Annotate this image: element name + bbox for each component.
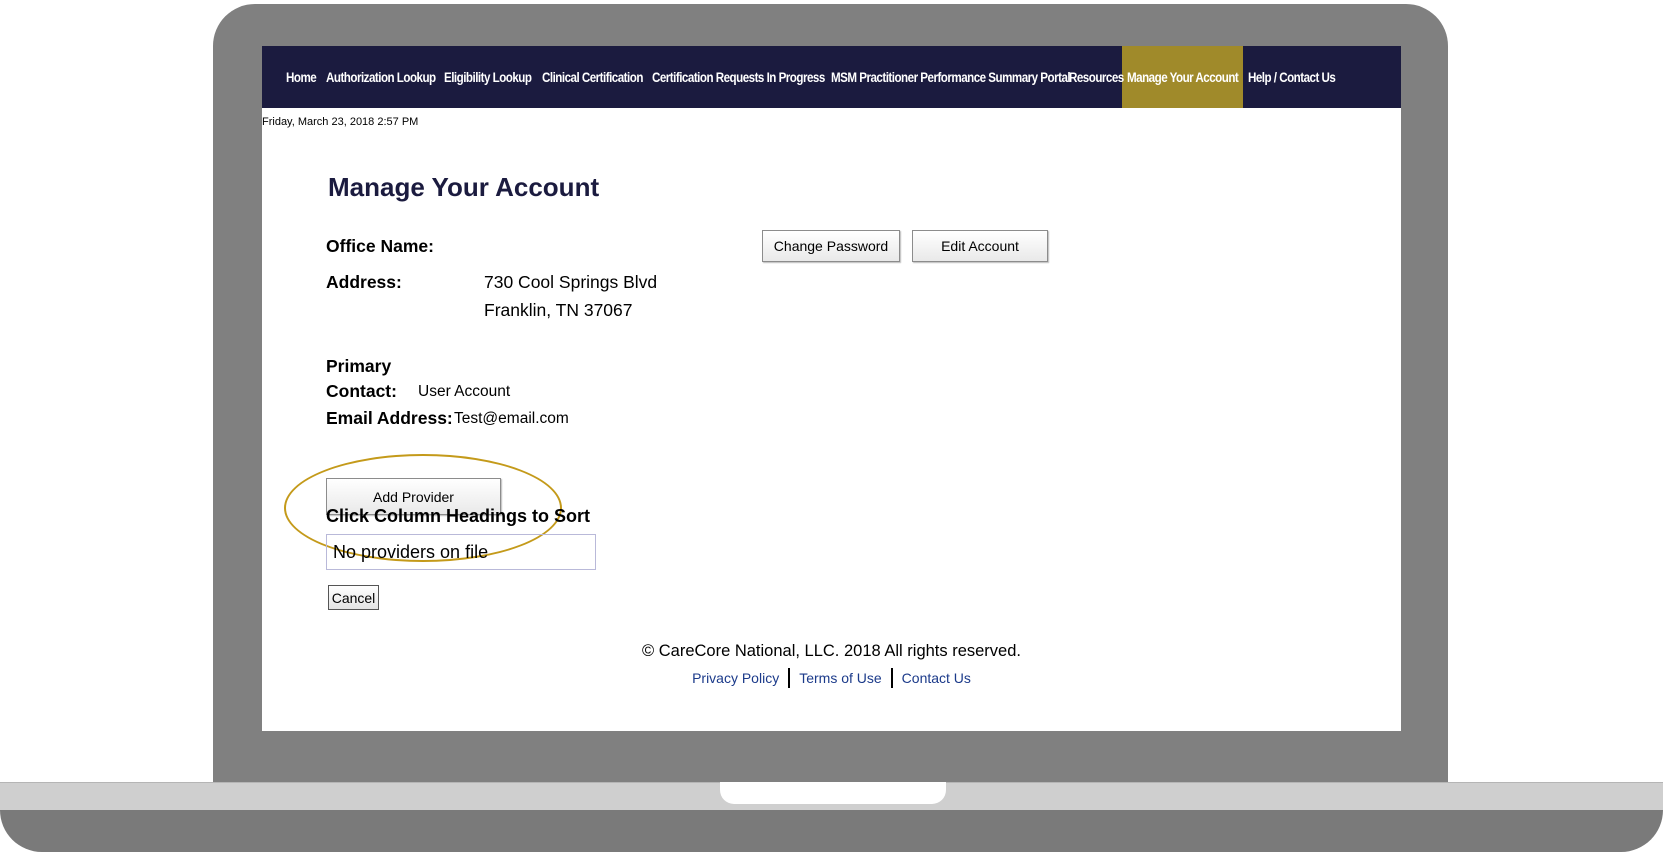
email-label: Email Address: — [326, 408, 453, 428]
footer-links: Privacy Policy Terms of Use Contact Us — [262, 668, 1401, 688]
address-line2: Franklin, TN 37067 — [484, 300, 633, 320]
office-name-label: Office Name: — [326, 236, 434, 256]
change-password-button[interactable]: Change Password — [762, 230, 900, 262]
empty-grid-text: No providers on file — [333, 541, 489, 562]
footer-divider — [788, 668, 791, 688]
nav-item-msm-portal[interactable]: MSM Practitioner Performance Summary Por… — [826, 46, 1071, 108]
copyright-text: © CareCore National, LLC. 2018 All right… — [641, 642, 1021, 660]
footer-divider — [890, 668, 893, 688]
date-time-stamp: Friday, March 23, 2018 2:57 PM — [262, 116, 419, 128]
privacy-policy-link[interactable]: Privacy Policy — [692, 670, 779, 686]
primary-label: Primary — [326, 356, 392, 376]
edit-account-button[interactable]: Edit Account — [912, 230, 1048, 262]
sort-hint: Click Column Headings to Sort — [326, 506, 591, 526]
nav-item-clinical-certification[interactable]: Clinical Certification — [537, 46, 647, 108]
providers-grid: No providers on file — [326, 534, 596, 570]
nav-item-certification-requests[interactable]: Certification Requests In Progress — [647, 46, 826, 108]
address-line1: 730 Cool Springs Blvd — [484, 272, 658, 292]
laptop-base-bottom — [0, 810, 1663, 852]
laptop-notch — [720, 782, 946, 804]
top-nav: Home Authorization Lookup Eligibility Lo… — [262, 46, 1401, 108]
terms-of-use-link[interactable]: Terms of Use — [799, 670, 881, 686]
contact-value: User Account — [418, 383, 511, 400]
contact-us-link[interactable]: Contact Us — [902, 670, 971, 686]
browser-screen: Home Authorization Lookup Eligibility Lo… — [262, 46, 1401, 731]
nav-item-manage-account[interactable]: Manage Your Account — [1122, 46, 1243, 108]
contact-label: Contact: — [326, 381, 397, 401]
nav-item-eligibility-lookup[interactable]: Eligibility Lookup — [439, 46, 537, 108]
cancel-button[interactable]: Cancel — [328, 585, 379, 610]
nav-item-authorization-lookup[interactable]: Authorization Lookup — [321, 46, 439, 108]
page-title: Manage Your Account — [328, 172, 600, 202]
nav-item-resources[interactable]: Resources — [1064, 46, 1124, 108]
nav-item-help-contact[interactable]: Help / Contact Us — [1243, 46, 1343, 108]
address-label: Address: — [326, 272, 402, 292]
email-value: Test@email.com — [454, 410, 569, 427]
nav-item-home[interactable]: Home — [281, 46, 321, 108]
